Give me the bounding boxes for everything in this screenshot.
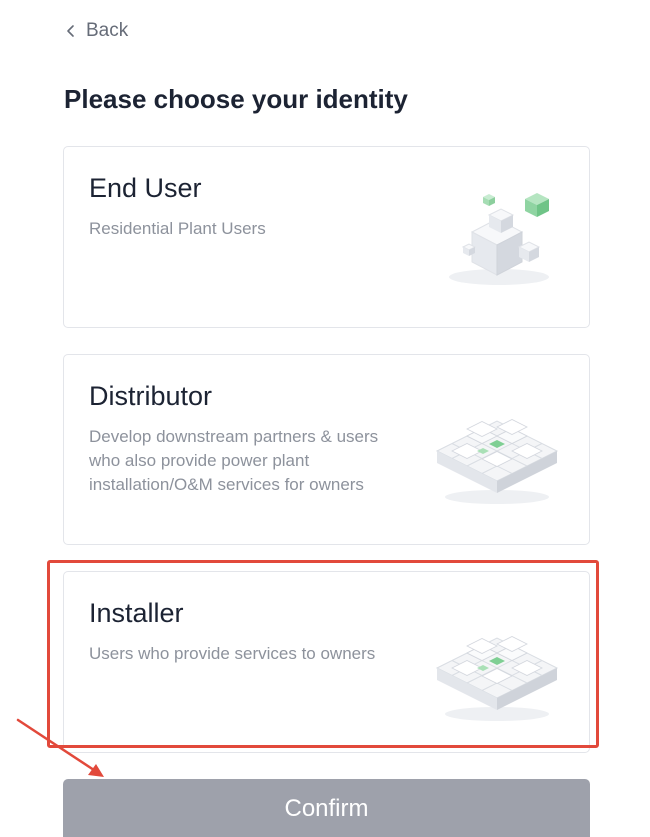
back-label: Back — [86, 20, 129, 41]
isometric-grid-building-illustration — [435, 636, 559, 721]
back-button[interactable]: Back — [64, 20, 128, 42]
chevron-left-icon — [67, 25, 74, 37]
identity-card-installer[interactable]: Installer Users who provide services to … — [63, 571, 590, 753]
confirm-button[interactable]: Confirm — [63, 779, 590, 837]
card-title: Installer — [89, 598, 184, 628]
card-description: Users who provide services to owners — [89, 644, 376, 663]
card-title: End User — [89, 173, 202, 203]
card-description: Residential Plant Users — [89, 219, 266, 238]
identity-card-distributor[interactable]: Distributor Develop downstream partners … — [63, 354, 590, 545]
isometric-cubes-illustration — [449, 193, 549, 285]
page-title: Please choose your identity — [64, 84, 408, 114]
identity-card-end-user[interactable]: End User Residential Plant Users — [63, 146, 590, 328]
card-title: Distributor — [89, 381, 213, 411]
card-description: Develop downstream partners & users who … — [89, 427, 379, 494]
isometric-grid-building-illustration — [435, 419, 559, 504]
identity-selection-page: Back Please choose your identity End Use… — [0, 0, 650, 837]
